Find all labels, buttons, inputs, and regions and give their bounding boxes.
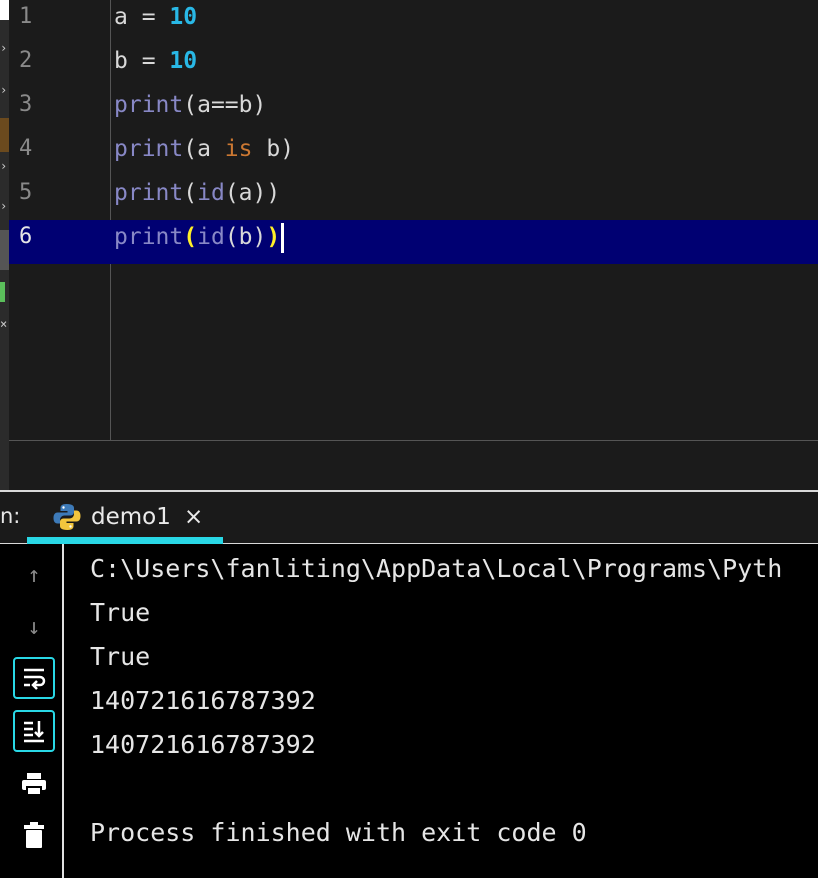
- code-token: id: [197, 224, 225, 250]
- console-line: 140721616787392: [90, 730, 316, 759]
- line-number: 4: [19, 136, 33, 161]
- code-text: print(id(b)): [114, 220, 285, 254]
- run-toolbar: ↑ ↓: [0, 544, 64, 878]
- code-line[interactable]: 3 print(a==b): [9, 88, 818, 132]
- strip-marker: [0, 0, 9, 20]
- code-token: b): [252, 136, 295, 162]
- code-line[interactable]: 5 print(id(a)): [9, 176, 818, 220]
- tab-demo1[interactable]: demo1 ×: [27, 492, 223, 544]
- code-token: (a: [183, 136, 225, 162]
- run-console: ↑ ↓ C:\Users\fanliting\AppData\Local\Pro…: [0, 544, 818, 878]
- code-text: print(a==b): [114, 88, 266, 122]
- code-token: (b): [224, 224, 267, 250]
- code-text: print(id(a)): [114, 176, 280, 210]
- fold-marker-icon[interactable]: ›: [0, 42, 9, 54]
- code-token: ): [266, 224, 281, 250]
- code-line[interactable]: 4 print(a is b): [9, 132, 818, 176]
- code-token: print: [114, 180, 184, 206]
- scroll-up-button[interactable]: ↑: [13, 554, 55, 596]
- code-token: id: [197, 180, 225, 206]
- line-number: 1: [19, 4, 33, 29]
- console-line: Process finished with exit code 0: [90, 818, 587, 847]
- active-tab-underline: [27, 537, 223, 544]
- fold-marker-icon[interactable]: ›: [0, 84, 9, 96]
- print-icon: [22, 773, 46, 796]
- code-line[interactable]: 1 a = 10: [9, 0, 818, 44]
- code-editor[interactable]: › › › › × 1a = 10 2 b = 10 3 print(a==b) 4 pri…: [0, 0, 818, 491]
- code-token: is: [224, 136, 253, 162]
- code-token: (a)): [224, 180, 281, 206]
- strip-marker: [0, 230, 9, 270]
- code-line[interactable]: 6 print(id(b)): [9, 220, 818, 264]
- text-caret: [281, 222, 285, 253]
- editor-bottom-area: [9, 440, 818, 491]
- code-token: (: [183, 180, 198, 206]
- scroll-down-button[interactable]: ↓: [13, 606, 55, 648]
- console-line: 140721616787392: [90, 686, 316, 715]
- fold-marker-icon[interactable]: ›: [0, 160, 9, 172]
- change-marker: [0, 282, 5, 302]
- fold-marker-icon[interactable]: ›: [0, 200, 9, 212]
- clear-all-button[interactable]: [13, 814, 55, 856]
- line-number: 3: [19, 92, 33, 117]
- line-number: 5: [19, 180, 33, 205]
- print-button[interactable]: [13, 763, 55, 805]
- run-panel-label: n:: [0, 504, 21, 528]
- python-icon: [53, 504, 81, 530]
- scroll-to-end-icon: [24, 721, 44, 743]
- soft-wrap-button[interactable]: [13, 657, 55, 699]
- console-line: True: [90, 642, 151, 671]
- console-line: True: [90, 598, 151, 627]
- fold-marker-icon[interactable]: [0, 118, 9, 152]
- code-text: a = 10: [114, 0, 197, 34]
- console-line: C:\Users\fanliting\AppData\Local\Program…: [90, 554, 783, 583]
- code-token: (a==b): [183, 92, 267, 118]
- code-text: b = 10: [114, 44, 197, 78]
- code-token: print: [114, 136, 184, 162]
- code-token: print: [114, 224, 184, 250]
- soft-wrap-icon: [24, 668, 46, 690]
- code-token: b =: [114, 48, 170, 74]
- code-line[interactable]: 2 b = 10: [9, 44, 818, 88]
- trash-icon: [24, 822, 44, 848]
- tab-title: demo1: [91, 504, 171, 530]
- close-marker-icon[interactable]: ×: [0, 318, 9, 330]
- arrow-down-icon: ↓: [27, 614, 41, 640]
- code-token: 10: [169, 48, 198, 74]
- code-token: print: [114, 92, 184, 118]
- line-number: 6: [19, 224, 33, 249]
- code-token: 10: [169, 4, 198, 30]
- arrow-up-icon: ↑: [27, 562, 41, 588]
- code-token: (: [183, 224, 198, 250]
- close-tab-icon[interactable]: ×: [184, 504, 203, 530]
- code-text: print(a is b): [114, 132, 294, 166]
- run-tool-window-header: n: demo1 ×: [0, 490, 818, 544]
- code-token: a =: [114, 4, 170, 30]
- line-number: 2: [19, 48, 33, 73]
- scroll-to-end-button[interactable]: [13, 710, 55, 752]
